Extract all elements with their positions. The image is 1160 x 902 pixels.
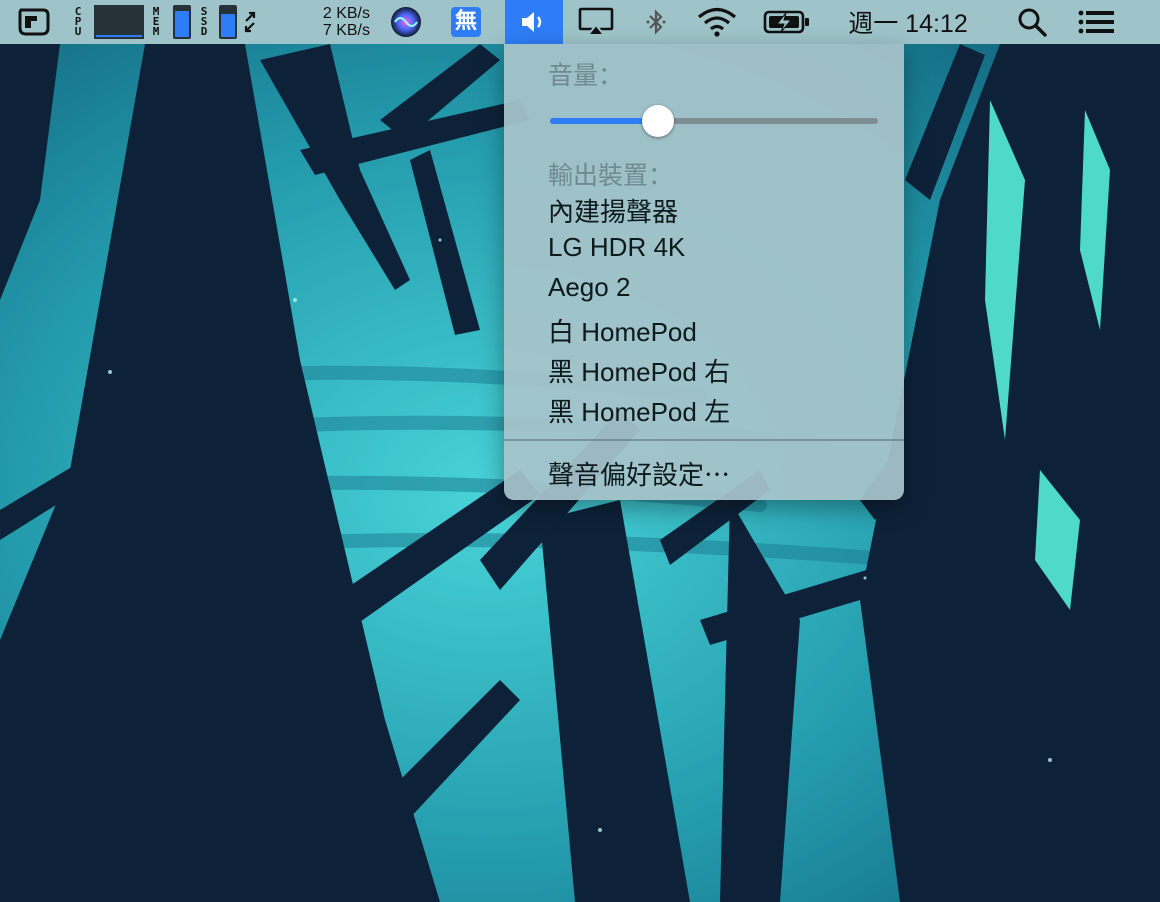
volume-slider-knob[interactable] [642, 105, 675, 137]
app-icon[interactable] [14, 0, 54, 44]
ssd-gauge-icon[interactable] [216, 0, 240, 44]
volume-menu-item[interactable] [505, 0, 563, 44]
volume-icon [522, 12, 542, 32]
siri-icon[interactable] [388, 0, 424, 44]
output-device-aego-2[interactable]: Aego 2 [548, 272, 630, 303]
volume-section-label: 音量： [548, 62, 624, 90]
output-device-builtin-speakers[interactable]: 內建揚聲器 [548, 192, 678, 229]
menubar-clock[interactable]: 週一 14:12 [838, 0, 978, 44]
bluetooth-icon[interactable] [642, 0, 670, 44]
network-upload: 2 KB/s [322, 5, 370, 22]
cpu-graph-icon[interactable] [92, 0, 146, 44]
sound-dropdown-menu: 音量： 輸出裝置： 內建揚聲器 LG HDR 4K Aego 2 白 HomeP… [504, 44, 904, 500]
output-device-black-homepod-right[interactable]: 黑 HomePod 右 [548, 352, 730, 389]
network-speed[interactable]: 2 KB/s 7 KB/s [300, 0, 370, 44]
mem-label: MEM [152, 5, 160, 38]
wifi-icon[interactable] [694, 0, 740, 44]
menu-bar: CPU MEM SSD 2 KB/s 7 KB/s 無 週一 14:12 [0, 0, 1160, 44]
network-download: 7 KB/s [322, 22, 370, 39]
menu-divider [504, 439, 904, 441]
output-device-white-homepod[interactable]: 白 HomePod [548, 312, 697, 349]
battery-charging-icon[interactable] [762, 0, 812, 44]
output-device-lg-hdr-4k[interactable]: LG HDR 4K [548, 232, 685, 263]
output-device-section-label: 輸出裝置： [548, 162, 674, 190]
input-method-icon[interactable]: 無 [448, 0, 484, 44]
airplay-icon[interactable] [576, 0, 616, 44]
sound-preferences-item[interactable]: 聲音偏好設定⋯ [548, 455, 730, 492]
expand-arrows-icon[interactable] [240, 0, 260, 44]
cpu-label: CPU [74, 5, 82, 38]
spotlight-search-icon[interactable] [1014, 0, 1050, 44]
mem-gauge-icon[interactable] [170, 0, 194, 44]
volume-slider[interactable] [550, 105, 878, 137]
input-method-glyph: 無 [451, 7, 481, 37]
notification-center-icon[interactable] [1076, 0, 1118, 44]
output-device-black-homepod-left[interactable]: 黑 HomePod 左 [548, 392, 730, 429]
ssd-label: SSD [200, 5, 208, 38]
